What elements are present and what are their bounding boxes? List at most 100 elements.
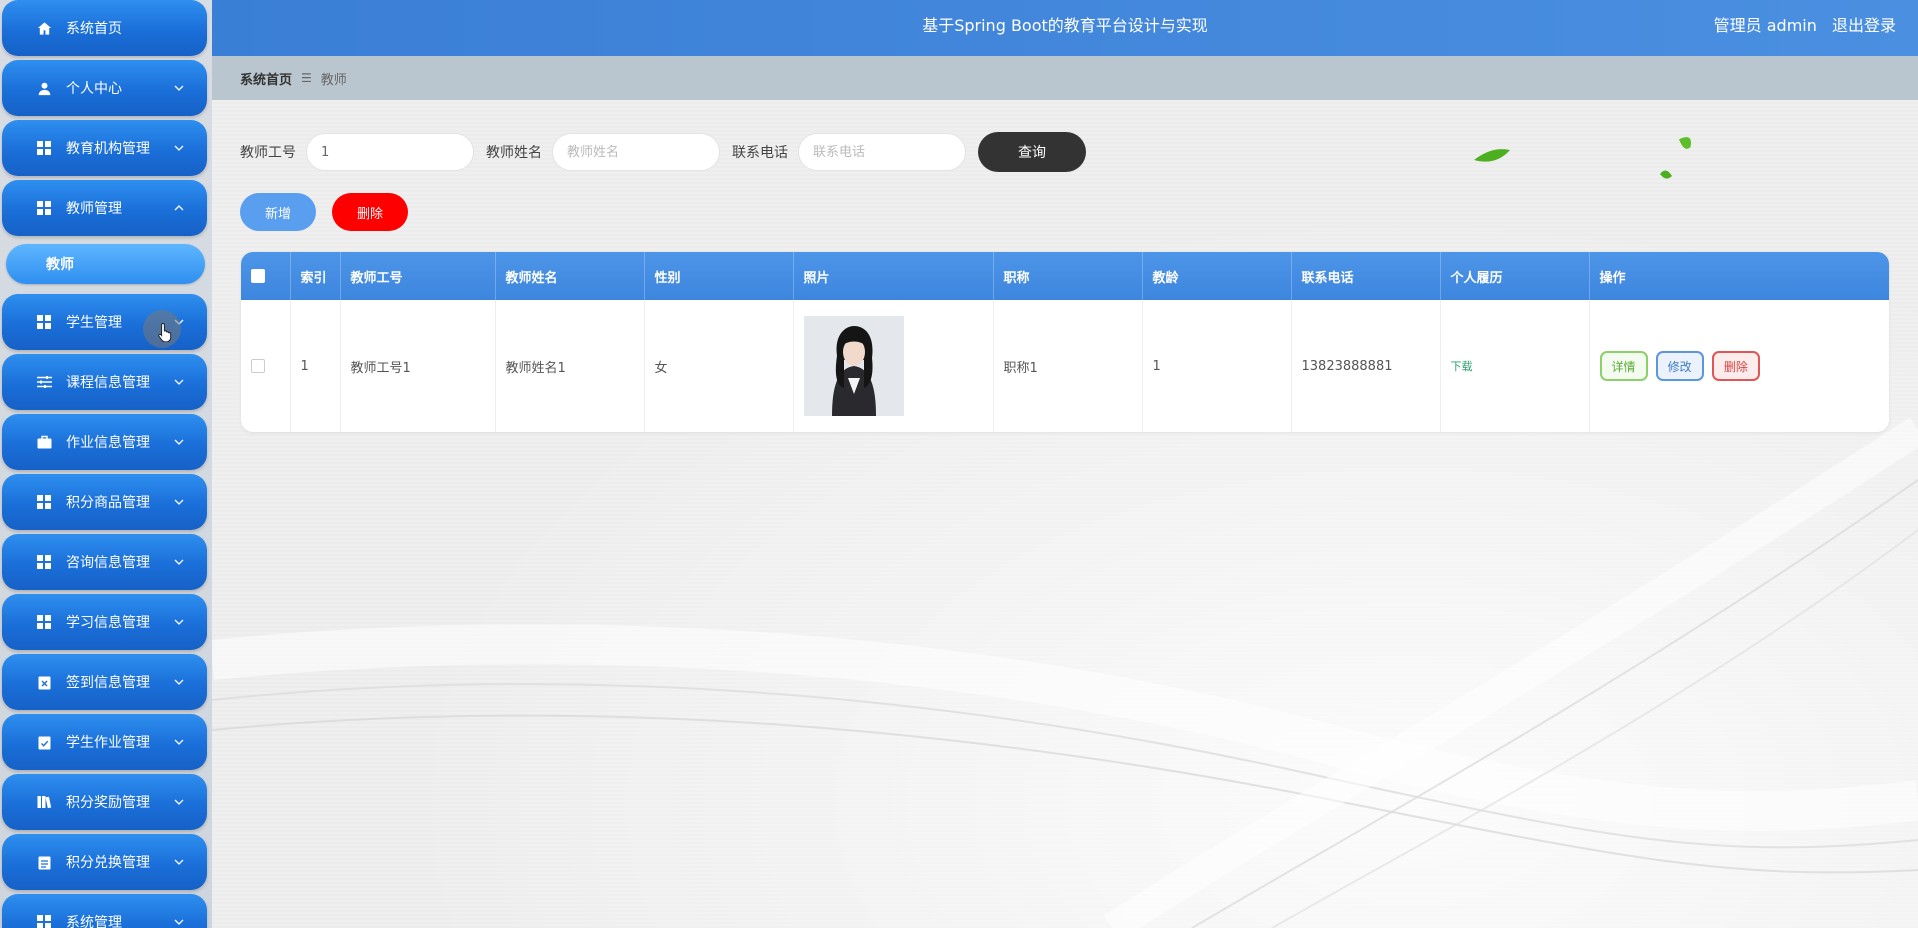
query-button[interactable]: 查询	[978, 132, 1086, 172]
sidebar-item-label: 积分商品管理	[66, 495, 150, 511]
column-header: 教龄	[1142, 252, 1292, 300]
leaf-icon	[1660, 170, 1672, 179]
sliders-icon	[36, 374, 52, 390]
hand-cursor-icon	[158, 322, 172, 342]
grid-icon	[36, 200, 52, 216]
sidebar: 系统首页 个人中心 教育机构管理 教师管理 教师 学生管理 课程信息管理 作业信…	[0, 0, 212, 928]
action-bar: 新增 删除	[240, 193, 408, 231]
sidebar-item-points-reward[interactable]: 积分奖励管理	[2, 774, 207, 830]
phone-input[interactable]	[798, 133, 966, 171]
column-header: 操作	[1589, 252, 1889, 300]
column-header: 照片	[793, 252, 994, 300]
clipboard-x-icon	[36, 674, 52, 690]
edit-button[interactable]: 修改	[1655, 351, 1704, 381]
sidebar-item-checkin[interactable]: 签到信息管理	[2, 654, 207, 710]
detail-button[interactable]: 详情	[1599, 351, 1648, 381]
clipboard-icon	[36, 854, 52, 870]
sidebar-item-study[interactable]: 学习信息管理	[2, 594, 207, 650]
leaf-icon	[1678, 137, 1691, 149]
main-content: 教师工号 教师姓名 联系电话 查询 新增 删除 索引 教师工号 教师姓名	[212, 100, 1918, 928]
app-title: 基于Spring Boot的教育平台设计与实现	[922, 16, 1208, 35]
select-all-checkbox[interactable]	[251, 269, 265, 283]
teacher-no-cell: 教师工号1	[340, 300, 496, 432]
sidebar-item-course[interactable]: 课程信息管理	[2, 354, 207, 410]
logout-link[interactable]: 退出登录	[1832, 16, 1896, 35]
column-header: 职称	[993, 252, 1143, 300]
sidebar-item-label: 个人中心	[66, 81, 122, 97]
sidebar-item-label: 学生作业管理	[66, 735, 150, 751]
admin-label: 管理员 admin	[1713, 16, 1817, 35]
sidebar-item-label: 系统管理	[66, 915, 122, 928]
chevron-down-icon	[174, 559, 184, 565]
teacher-table: 索引 教师工号 教师姓名 性别 照片 职称 教龄 联系电话 个人履历 操作 1 …	[241, 252, 1889, 432]
chevron-down-icon	[174, 85, 184, 91]
column-header: 教师工号	[340, 252, 496, 300]
sidebar-item-label: 学习信息管理	[66, 615, 150, 631]
chevron-down-icon	[174, 859, 184, 865]
teacher-name-cell: 教师姓名1	[495, 300, 645, 432]
chevron-down-icon	[174, 739, 184, 745]
grid-icon	[36, 140, 52, 156]
book-icon	[36, 794, 52, 810]
sidebar-subitem-teacher[interactable]: 教师	[6, 244, 205, 284]
chevron-down-icon	[174, 499, 184, 505]
photo-cell	[793, 300, 994, 432]
leaf-icon	[1474, 149, 1510, 162]
resume-download-link[interactable]: 下载	[1451, 360, 1473, 373]
sidebar-item-label: 课程信息管理	[66, 375, 150, 391]
sidebar-item-institution[interactable]: 教育机构管理	[2, 120, 207, 176]
row-checkbox[interactable]	[251, 359, 265, 373]
sidebar-item-system[interactable]: 系统管理	[2, 894, 207, 928]
home-icon	[36, 20, 52, 36]
user-area: 管理员 admin 退出登录	[1704, 0, 1896, 56]
column-header: 性别	[644, 252, 794, 300]
table-row: 1 教师工号1 教师姓名1 女 职称1 1 13823888881 下载 详情 …	[241, 300, 1889, 432]
sidebar-item-teacher-mgmt[interactable]: 教师管理	[2, 180, 207, 236]
chevron-down-icon	[174, 379, 184, 385]
teacher-photo[interactable]	[803, 316, 904, 416]
sidebar-item-label: 咨询信息管理	[66, 555, 150, 571]
sidebar-item-home[interactable]: 系统首页	[2, 0, 207, 56]
chevron-down-icon	[174, 619, 184, 625]
search-bar: 教师工号 教师姓名 联系电话 查询	[240, 132, 1086, 172]
sidebar-item-label: 作业信息管理	[66, 435, 150, 451]
sidebar-item-personal-center[interactable]: 个人中心	[2, 60, 207, 116]
sidebar-item-label: 教师管理	[66, 201, 122, 217]
chevron-down-icon	[174, 145, 184, 151]
chevron-down-icon	[174, 439, 184, 445]
column-header: 联系电话	[1291, 252, 1441, 300]
table-header-row: 索引 教师工号 教师姓名 性别 照片 职称 教龄 联系电话 个人履历 操作	[241, 252, 1889, 300]
row-delete-button[interactable]: 删除	[1711, 351, 1760, 381]
chevron-down-icon	[174, 919, 184, 925]
operations-cell: 详情 修改 删除	[1589, 300, 1889, 432]
sidebar-item-homework[interactable]: 作业信息管理	[2, 414, 207, 470]
breadcrumb-home[interactable]: 系统首页	[240, 69, 292, 88]
teacher-name-input[interactable]	[552, 133, 720, 171]
chevron-down-icon	[174, 679, 184, 685]
resume-cell: 下载	[1440, 300, 1590, 432]
phone-cell: 13823888881	[1291, 300, 1441, 432]
sidebar-item-consult[interactable]: 咨询信息管理	[2, 534, 207, 590]
clipboard-check-icon	[36, 734, 52, 750]
grid-icon	[36, 494, 52, 510]
add-button[interactable]: 新增	[240, 193, 316, 231]
breadcrumb-current: 教师	[320, 72, 347, 88]
chevron-up-icon	[174, 205, 184, 211]
sidebar-item-student-homework[interactable]: 学生作业管理	[2, 714, 207, 770]
index-cell: 1	[290, 300, 341, 432]
sidebar-item-label: 系统首页	[66, 21, 122, 37]
sidebar-item-label: 教育机构管理	[66, 141, 150, 157]
teacher-name-label: 教师姓名	[486, 145, 542, 161]
sidebar-item-points-exchange[interactable]: 积分兑换管理	[2, 834, 207, 890]
row-select-cell[interactable]	[241, 300, 291, 432]
gender-cell: 女	[644, 300, 794, 432]
sidebar-item-label: 积分奖励管理	[66, 795, 150, 811]
select-all-cell[interactable]	[241, 252, 291, 300]
breadcrumb-separator: ☰	[301, 71, 312, 85]
sidebar-item-label: 签到信息管理	[66, 675, 150, 691]
sidebar-item-points-goods[interactable]: 积分商品管理	[2, 474, 207, 530]
batch-delete-button[interactable]: 删除	[332, 193, 408, 231]
briefcase-icon	[36, 434, 52, 450]
teacher-no-input[interactable]	[306, 133, 474, 171]
years-cell: 1	[1142, 300, 1292, 432]
